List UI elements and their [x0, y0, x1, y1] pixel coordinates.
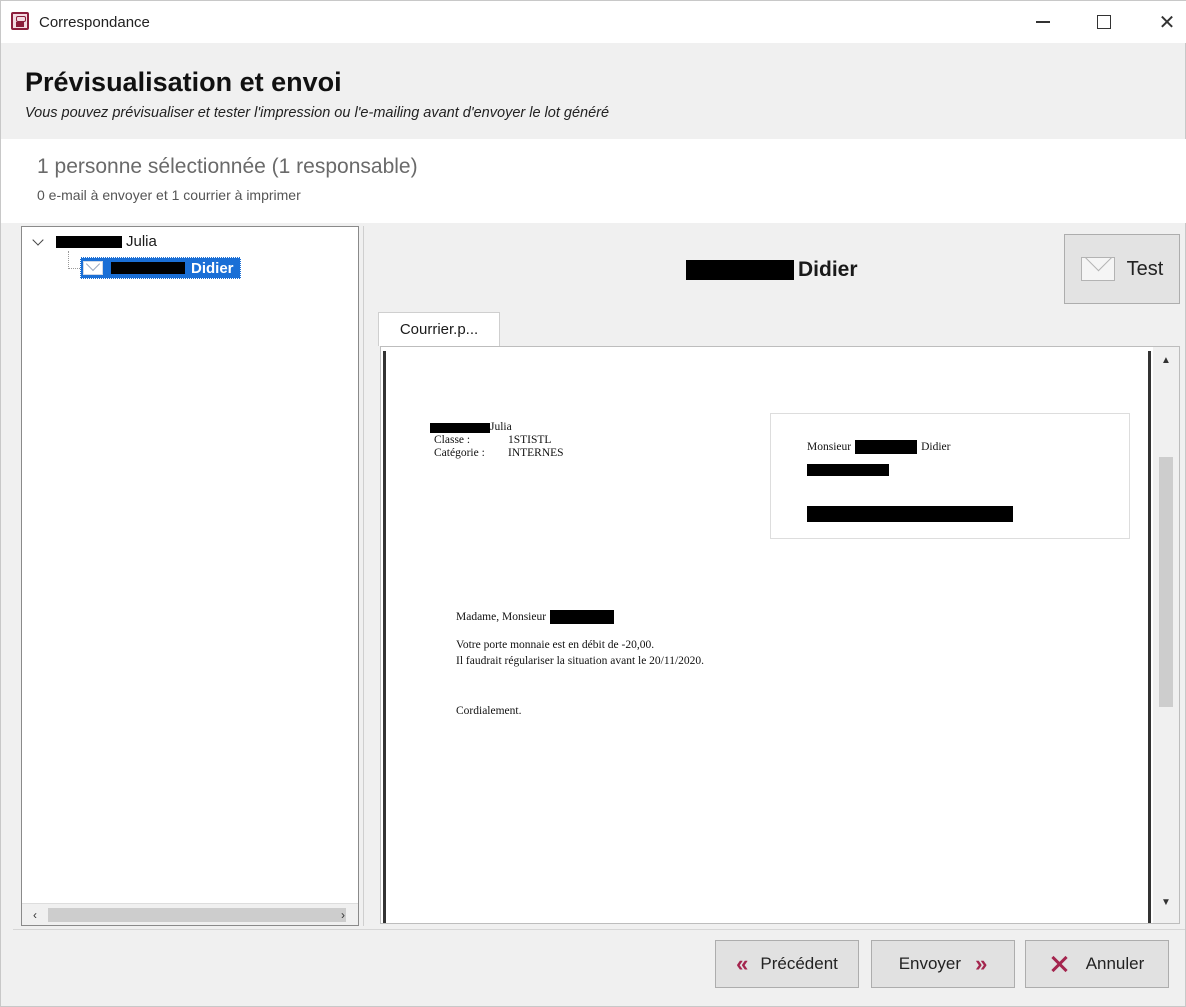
- minimize-icon: [1036, 21, 1050, 23]
- maximize-button[interactable]: [1084, 7, 1124, 37]
- tab-courrier[interactable]: Courrier.p...: [378, 312, 500, 346]
- class-value: 1STISTL: [508, 434, 552, 446]
- greeting: Madame, Monsieur: [456, 611, 547, 623]
- close-icon: ✕: [1158, 11, 1176, 34]
- send-button[interactable]: Envoyer »: [871, 940, 1015, 988]
- redacted-surname: [550, 610, 615, 624]
- preview-vertical-scrollbar[interactable]: ▲ ▼: [1153, 347, 1179, 923]
- sender-block: Julia Classe : 1STISTL Catégorie : INTER…: [430, 421, 564, 460]
- body-line-2: Il faudrait régulariser la situation ava…: [456, 655, 705, 667]
- body-line-1: Votre porte monnaie est en débit de -20,…: [456, 639, 655, 651]
- correspondance-window: Correspondance ✕ Prévisualisation et env…: [0, 0, 1186, 1007]
- redacted-address: [807, 464, 889, 476]
- window-title: Correspondance: [39, 14, 150, 31]
- class-label: Classe :: [434, 434, 471, 446]
- page-subtitle: Vous pouvez prévisualiser et tester l'im…: [25, 105, 610, 121]
- city-line: [807, 506, 1013, 525]
- scroll-thumb[interactable]: [48, 908, 346, 922]
- redacted-surname: [56, 235, 122, 248]
- redacted-surname: [855, 440, 918, 454]
- selection-count: 1 personne sélectionnée (1 responsable): [37, 155, 418, 178]
- test-button[interactable]: Test: [1064, 234, 1180, 304]
- address-box: Monsieur Didier: [770, 413, 1130, 539]
- tree-node-child[interactable]: Didier: [80, 257, 241, 279]
- letter-page: Julia Classe : 1STISTL Catégorie : INTER…: [383, 351, 1151, 923]
- greeting-line: Madame, Monsieur: [456, 609, 704, 625]
- sender-name: Julia: [490, 421, 512, 433]
- chevron-right-icon: »: [975, 951, 988, 976]
- category-label: Catégorie :: [434, 447, 485, 459]
- sender-name-row: Julia: [430, 421, 564, 434]
- recipient-first-name: Didier: [798, 258, 858, 281]
- previous-button[interactable]: « Précédent: [715, 940, 859, 988]
- wizard-footer: « Précédent Envoyer » Annuler: [13, 929, 1185, 999]
- redacted-surname: [686, 260, 794, 280]
- scroll-right-icon[interactable]: ›: [334, 906, 352, 924]
- chevron-left-icon: «: [736, 951, 749, 976]
- cancel-button-label: Annuler: [1085, 954, 1145, 973]
- redacted-surname: [111, 262, 185, 274]
- close-button[interactable]: ✕: [1147, 7, 1186, 37]
- addressee-name: Didier: [921, 441, 951, 453]
- recipient-tree[interactable]: Julia Didier ‹ ›: [21, 226, 359, 926]
- tree-node-child-label: Didier: [191, 259, 234, 277]
- scroll-down-icon[interactable]: ▼: [1157, 893, 1175, 911]
- wizard-header: Prévisualisation et envoi Vous pouvez pr…: [13, 59, 1185, 137]
- cancel-button[interactable]: Annuler: [1025, 940, 1169, 988]
- addressee-line: Monsieur Didier: [807, 440, 950, 454]
- recipient-name: Didier: [686, 258, 858, 282]
- address-line: [807, 464, 889, 479]
- mail-icon: [83, 261, 103, 275]
- selection-detail: 0 e-mail à envoyer et 1 courrier à impri…: [37, 187, 301, 203]
- redacted-surname: [430, 423, 490, 433]
- addressee-prefix: Monsieur: [807, 441, 852, 453]
- minimize-button[interactable]: [1023, 7, 1063, 37]
- tree-node-parent-label: Julia: [126, 233, 157, 250]
- send-button-label: Envoyer: [898, 954, 962, 973]
- closing-line: Cordialement.: [456, 705, 522, 717]
- document-preview: Julia Classe : 1STISTL Catégorie : INTER…: [380, 346, 1180, 924]
- test-button-label: Test: [1126, 257, 1164, 280]
- scroll-left-icon[interactable]: ‹: [26, 906, 44, 924]
- letter-body: Madame, Monsieur Votre porte monnaie est…: [456, 609, 704, 731]
- scroll-up-icon[interactable]: ▲: [1157, 351, 1175, 369]
- title-bar: Correspondance ✕: [1, 1, 1186, 43]
- category-value: INTERNES: [508, 447, 564, 459]
- tree-horizontal-scrollbar[interactable]: ‹ ›: [22, 903, 358, 925]
- selection-summary: 1 personne sélectionnée (1 responsable) …: [1, 139, 1186, 223]
- tree-node-parent[interactable]: Julia: [32, 233, 157, 250]
- tree-node-selected[interactable]: Didier: [80, 257, 241, 279]
- previous-button-label: Précédent: [760, 954, 838, 973]
- preview-panel: Didier Test Courrier.p... Julia Classe :…: [363, 226, 1183, 926]
- page-title: Prévisualisation et envoi: [25, 67, 342, 97]
- class-row: Classe : 1STISTL: [430, 434, 564, 447]
- category-row: Catégorie : INTERNES: [430, 447, 564, 460]
- redacted-city: [807, 506, 1013, 522]
- chevron-down-icon[interactable]: [32, 235, 46, 249]
- scroll-thumb[interactable]: [1159, 457, 1173, 707]
- envelope-icon: [1080, 257, 1115, 281]
- cancel-icon: [1050, 955, 1068, 973]
- app-icon: [11, 12, 29, 30]
- maximize-icon: [1097, 15, 1111, 29]
